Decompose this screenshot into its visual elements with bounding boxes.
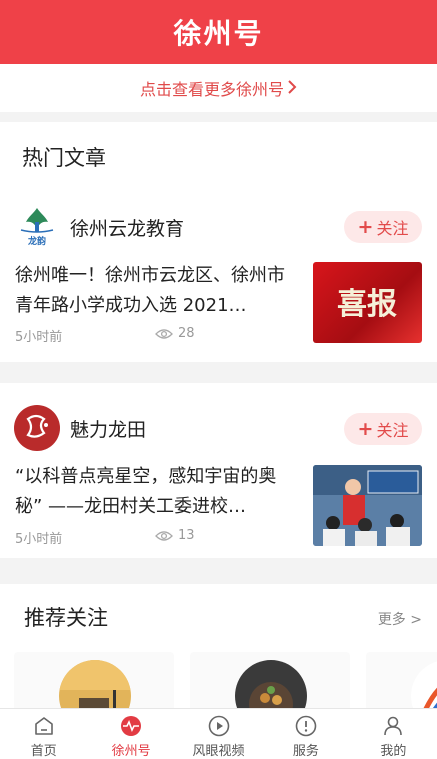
- article-thumbnail[interactable]: [313, 465, 422, 546]
- recommend-carousel[interactable]: [14, 652, 437, 708]
- tab-service[interactable]: 服务: [262, 709, 349, 759]
- page-title: 徐州号: [173, 17, 264, 50]
- recommend-card[interactable]: [366, 652, 437, 708]
- tab-video[interactable]: 风眼视频: [175, 709, 262, 759]
- bottom-tab-bar: 首页 徐州号 风眼视频 服务 我的: [0, 708, 437, 759]
- tab-label: 我的: [380, 744, 407, 759]
- article-title[interactable]: “以科普点亮星空，感知宇宙的奥秘” ——龙田村关工委进校…: [15, 462, 300, 522]
- section-title-recommend: 推荐关注: [24, 606, 108, 630]
- article-meta: 5小时前 13: [15, 528, 300, 547]
- follow-button[interactable]: + 关注: [344, 211, 422, 243]
- author-row[interactable]: 龙韵 徐州云龙教育: [14, 204, 184, 250]
- article-meta: 5小时前 28: [15, 326, 300, 345]
- eye-icon: [155, 328, 173, 339]
- tab-xuzhouhao[interactable]: 徐州号: [87, 709, 174, 759]
- avatar: [411, 660, 437, 708]
- view-count: 13: [155, 528, 195, 543]
- info-icon: [295, 715, 317, 737]
- avatar: 龙韵: [14, 204, 60, 250]
- svg-text:龙韵: 龙韵: [27, 235, 46, 247]
- eye-icon: [155, 530, 173, 541]
- author-name[interactable]: 魅力龙田: [70, 415, 146, 442]
- article-title[interactable]: 徐州唯一！徐州市云龙区、徐州市青年路小学成功入选 2021…: [15, 261, 300, 321]
- view-count-value: 28: [178, 326, 195, 341]
- avatar: [235, 660, 307, 708]
- author-name[interactable]: 徐州云龙教育: [70, 214, 184, 241]
- hot-articles-section: 热门文章 龙韵 徐州云龙教育 + 关注 徐州唯一！徐州市云龙区、徐州市青年路小学…: [0, 122, 437, 362]
- tab-home[interactable]: 首页: [0, 709, 87, 759]
- app-header: 徐州号: [0, 0, 437, 64]
- play-icon: [208, 715, 229, 737]
- section-title-hot: 热门文章: [22, 146, 106, 170]
- pulse-icon: [121, 716, 142, 736]
- article-card: 魅力龙田 + 关注 “以科普点亮星空，感知宇宙的奥秘” ——龙田村关工委进校… …: [0, 383, 437, 558]
- svg-text:喜报: 喜报: [337, 287, 397, 322]
- view-count: 28: [155, 326, 195, 341]
- author-row[interactable]: 魅力龙田: [14, 405, 146, 451]
- user-icon: [384, 716, 403, 736]
- tab-label: 服务: [292, 744, 319, 759]
- follow-label: 关注: [376, 219, 409, 238]
- avatar: [59, 660, 131, 708]
- publish-time: 5小时前: [15, 330, 63, 345]
- more-link[interactable]: 更多 >: [378, 609, 422, 629]
- avatar: [14, 405, 60, 451]
- view-more-link[interactable]: 点击查看更多徐州号: [0, 64, 437, 112]
- recommend-card[interactable]: [190, 652, 350, 708]
- tab-label: 首页: [30, 744, 57, 759]
- tab-profile[interactable]: 我的: [350, 709, 437, 759]
- plus-icon: +: [357, 418, 374, 440]
- article-thumbnail[interactable]: 喜报: [313, 262, 422, 343]
- plus-icon: +: [357, 216, 374, 238]
- chevron-right-icon: [288, 79, 297, 98]
- publish-time: 5小时前: [15, 532, 63, 547]
- home-icon: [34, 717, 53, 735]
- view-count-value: 13: [178, 528, 195, 543]
- follow-button[interactable]: + 关注: [344, 413, 422, 445]
- tab-label: 徐州号: [111, 744, 151, 759]
- tab-label: 风眼视频: [192, 744, 245, 759]
- recommend-card[interactable]: [14, 652, 174, 708]
- recommend-section: 推荐关注 更多 >: [0, 584, 437, 708]
- view-more-label: 点击查看更多徐州号: [139, 80, 284, 99]
- follow-label: 关注: [376, 421, 409, 440]
